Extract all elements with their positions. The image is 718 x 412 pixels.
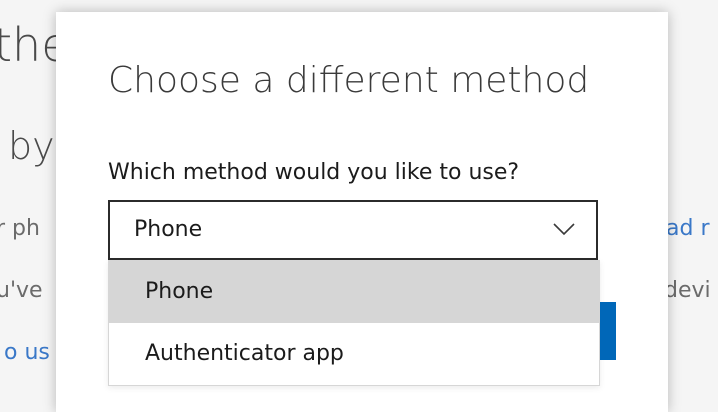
background-text-fragment: devi <box>664 278 711 303</box>
chevron-down-icon <box>553 223 575 236</box>
method-select-label: Which method would you like to use? <box>108 160 520 185</box>
background-subheading-fragment: by <box>8 124 55 168</box>
background-link-fragment[interactable]: ad r <box>666 216 709 241</box>
method-select[interactable]: Phone <box>108 200 598 260</box>
method-dropdown-list: Phone Authenticator app <box>108 260 600 386</box>
method-option-authenticator-app[interactable]: Authenticator app <box>109 323 599 385</box>
dialog-title: Choose a different method <box>108 60 590 101</box>
primary-button[interactable] <box>600 302 616 360</box>
choose-method-dialog: Choose a different method Which method w… <box>56 12 668 412</box>
method-option-phone[interactable]: Phone <box>109 261 599 323</box>
background-link-fragment[interactable]: o us <box>4 340 50 365</box>
method-select-value: Phone <box>134 217 203 242</box>
background-text-fragment: u've <box>0 278 43 303</box>
background-text-fragment: r ph <box>0 216 40 241</box>
